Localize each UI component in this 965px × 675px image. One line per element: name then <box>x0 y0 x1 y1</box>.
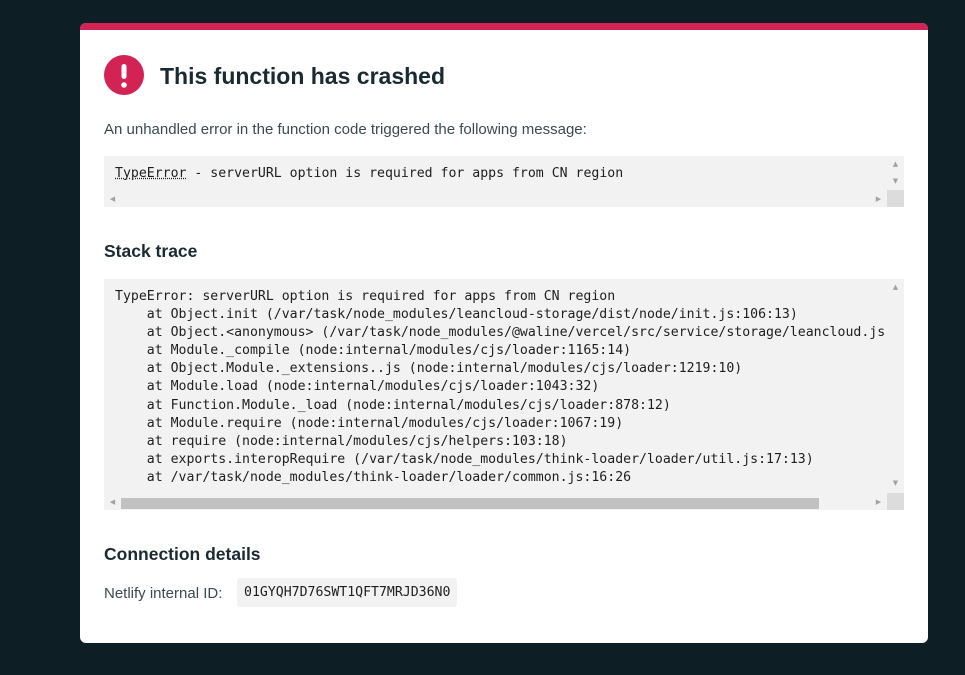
scroll-right-arrow-icon[interactable]: ▶ <box>870 498 887 506</box>
scroll-down-arrow-icon[interactable]: ▼ <box>887 177 904 185</box>
horizontal-scroll-thumb[interactable] <box>121 498 819 509</box>
error-message-box[interactable]: TypeError - serverURL option is required… <box>104 156 904 207</box>
scroll-up-arrow-icon[interactable]: ▲ <box>887 283 904 291</box>
message-horizontal-scrollbar[interactable]: ◀ ▶ <box>104 190 887 207</box>
stack-trace-line: at Object.Module._extensions..js (node:i… <box>115 361 743 377</box>
stack-trace-line: at exports.interopRequire (/var/task/nod… <box>115 451 814 467</box>
error-message-text: - serverURL option is required for apps … <box>186 166 624 181</box>
stack-trace-line: at Object.<anonymous> (/var/task/node_mo… <box>115 325 886 341</box>
stack-trace-line: at /var/task/node_modules/think-loader/l… <box>115 469 632 485</box>
error-message: TypeError - serverURL option is required… <box>115 165 623 183</box>
stack-trace-line: at Function.Module._load (node:internal/… <box>115 397 671 413</box>
error-accent-bar <box>80 23 928 30</box>
connection-details-heading: Connection details <box>104 544 261 564</box>
alert-circle-icon <box>104 55 144 95</box>
error-type: TypeError <box>115 166 187 181</box>
scroll-right-arrow-icon[interactable]: ▶ <box>870 195 887 203</box>
scrollbar-corner <box>887 190 904 207</box>
trace-vertical-scrollbar[interactable]: ▲ ▼ <box>887 279 904 493</box>
stack-trace-text: TypeError: serverURL option is required … <box>115 288 885 487</box>
stack-trace-line: TypeError: serverURL option is required … <box>115 289 616 304</box>
stack-trace-line: at Module.require (node:internal/modules… <box>115 415 624 431</box>
error-card: This function has crashed An unhandled e… <box>80 23 928 643</box>
scroll-down-arrow-icon[interactable]: ▼ <box>887 479 904 487</box>
internal-id-value[interactable]: 01GYQH7D76SWT1QFT7MRJD36N0 <box>237 578 458 607</box>
message-vertical-scrollbar[interactable]: ▲ ▼ <box>887 156 904 190</box>
stack-trace-line: at Object.init (/var/task/node_modules/l… <box>115 307 798 323</box>
trace-horizontal-scrollbar[interactable]: ◀ ▶ <box>104 493 887 510</box>
page-title: This function has crashed <box>160 63 445 89</box>
stack-trace-line: at Module.load (node:internal/modules/cj… <box>115 379 600 395</box>
scroll-left-arrow-icon[interactable]: ◀ <box>104 195 121 203</box>
internal-id-label: Netlify internal ID: <box>104 585 223 602</box>
scroll-up-arrow-icon[interactable]: ▲ <box>887 160 904 168</box>
scrollbar-corner <box>887 493 904 510</box>
stack-trace-box[interactable]: TypeError: serverURL option is required … <box>104 279 904 510</box>
scroll-left-arrow-icon[interactable]: ◀ <box>104 498 121 506</box>
stack-trace-heading: Stack trace <box>104 241 198 261</box>
stack-trace-line: at Module._compile (node:internal/module… <box>115 343 632 359</box>
error-intro-text: An unhandled error in the function code … <box>104 121 587 138</box>
stack-trace-line: at require (node:internal/modules/cjs/he… <box>115 433 568 449</box>
